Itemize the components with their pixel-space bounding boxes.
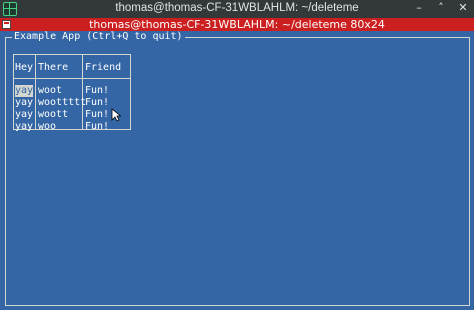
table-cell[interactable]: yay <box>15 109 33 121</box>
table-cell[interactable]: Fun! <box>85 109 109 121</box>
table-cell-selected[interactable]: yay <box>15 85 34 97</box>
column-divider-1 <box>35 55 36 129</box>
table-header-divider <box>14 78 130 79</box>
column-header-there[interactable]: There <box>38 62 68 74</box>
table-cell[interactable]: woot <box>38 85 62 97</box>
column-header-hey[interactable]: Hey <box>15 62 33 74</box>
table-cell[interactable]: Fun! <box>85 85 109 97</box>
maximize-button[interactable]: ˄ <box>436 1 446 14</box>
mouse-pointer-icon <box>111 108 121 122</box>
window-titlebar[interactable]: thomas@thomas-CF-31WBLAHLM: ~/deleteme –… <box>0 0 474 18</box>
table-cell[interactable]: yay <box>15 97 33 109</box>
table-cell[interactable]: Fun! <box>85 97 109 109</box>
table-cell[interactable]: woottttt <box>38 97 86 109</box>
terminal-titlebar[interactable]: thomas@thomas-CF-31WBLAHLM: ~/deleteme 8… <box>0 18 474 31</box>
window-title: thomas@thomas-CF-31WBLAHLM: ~/deleteme <box>115 2 359 14</box>
table-cell[interactable]: woo <box>38 121 56 133</box>
column-divider-2 <box>82 55 83 129</box>
app-title: Example App (Ctrl+Q to quit) <box>12 31 185 43</box>
terminal-area[interactable]: Example App (Ctrl+Q to quit) Hey There F… <box>0 31 474 310</box>
table-cell[interactable]: yay <box>15 121 33 133</box>
app-frame: Example App (Ctrl+Q to quit) Hey There F… <box>5 31 470 306</box>
table-cell[interactable]: woott <box>38 109 68 121</box>
window-controls: – ˄ ✕ <box>414 1 468 14</box>
close-button[interactable]: ✕ <box>458 1 468 14</box>
column-header-friend[interactable]: Friend <box>85 62 121 74</box>
table-cell[interactable]: Fun! <box>85 121 109 133</box>
minimize-button[interactable]: – <box>414 1 424 14</box>
terminal-title: thomas@thomas-CF-31WBLAHLM: ~/deleteme 8… <box>89 18 385 31</box>
